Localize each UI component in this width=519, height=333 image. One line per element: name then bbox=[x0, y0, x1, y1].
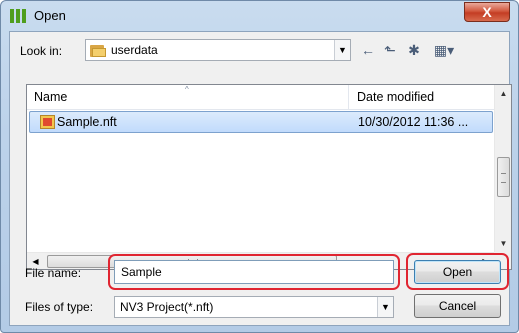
vertical-scrollbar[interactable]: ▲ ▼ bbox=[494, 85, 511, 252]
look-in-value: userdata bbox=[111, 43, 158, 57]
column-name-header[interactable]: Name ^ bbox=[27, 85, 349, 109]
file-row[interactable]: Sample.nft 10/30/2012 11:36 ... bbox=[29, 111, 493, 133]
dialog-body: Look in: userdata ▼ ← ⬑ ✱ ▦▾ Name ^ Date… bbox=[9, 31, 512, 326]
scroll-up-icon[interactable]: ▲ bbox=[495, 85, 511, 102]
cancel-button[interactable]: Cancel bbox=[414, 294, 501, 318]
column-name-label: Name bbox=[34, 90, 68, 104]
title-bar[interactable]: Open X bbox=[1, 1, 518, 31]
new-folder-icon[interactable]: ✱ bbox=[403, 40, 425, 60]
file-list[interactable]: Name ^ Date modified Sample.nft 10/30/20… bbox=[26, 84, 512, 270]
file-name-label: File name: bbox=[25, 266, 82, 280]
file-type-label: Files of type: bbox=[25, 300, 94, 314]
column-date-header[interactable]: Date modified bbox=[349, 85, 494, 109]
open-dialog: Open X Look in: userdata ▼ ← ⬑ ✱ ▦▾ Name… bbox=[0, 0, 519, 333]
column-header: Name ^ Date modified bbox=[27, 85, 494, 110]
sort-ascending-icon: ^ bbox=[185, 85, 189, 94]
file-name-input[interactable] bbox=[114, 260, 394, 284]
open-button[interactable]: Open bbox=[414, 260, 501, 284]
scroll-down-icon[interactable]: ▼ bbox=[495, 235, 511, 252]
file-type-value: NV3 Project(*.nft) bbox=[120, 300, 214, 314]
view-menu-icon[interactable]: ▦▾ bbox=[429, 40, 459, 60]
file-date-cell: 10/30/2012 11:36 ... bbox=[358, 115, 469, 129]
file-type-dropdown[interactable]: NV3 Project(*.nft) ▼ bbox=[114, 296, 394, 318]
look-in-label: Look in: bbox=[20, 44, 63, 58]
chevron-down-icon[interactable]: ▼ bbox=[377, 297, 393, 317]
vertical-scroll-thumb[interactable] bbox=[497, 157, 510, 197]
app-icon bbox=[10, 9, 26, 23]
back-arrow-icon[interactable]: ← bbox=[359, 40, 377, 60]
file-name-cell: Sample.nft bbox=[57, 115, 117, 129]
window-title: Open bbox=[34, 8, 66, 23]
close-icon: X bbox=[482, 4, 492, 20]
nft-file-icon bbox=[40, 114, 56, 130]
chevron-down-icon[interactable]: ▼ bbox=[334, 40, 350, 60]
close-button[interactable]: X bbox=[464, 2, 510, 22]
up-folder-icon[interactable]: ⬑ bbox=[380, 40, 400, 60]
folder-icon bbox=[90, 43, 106, 57]
column-date-label: Date modified bbox=[357, 90, 435, 104]
look-in-dropdown[interactable]: userdata ▼ bbox=[85, 39, 351, 61]
